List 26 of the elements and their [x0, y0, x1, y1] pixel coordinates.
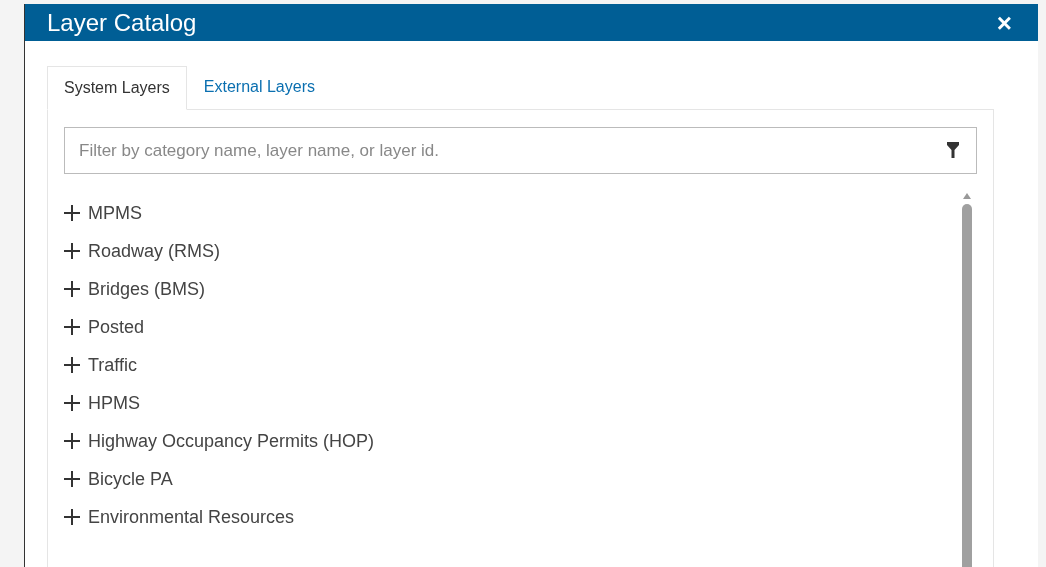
- plus-icon: [64, 433, 80, 449]
- scroll-up-icon[interactable]: [962, 192, 972, 200]
- plus-icon: [64, 357, 80, 373]
- plus-icon: [64, 281, 80, 297]
- category-item[interactable]: Bicycle PA: [64, 460, 961, 498]
- plus-icon: [64, 243, 80, 259]
- category-item[interactable]: Posted: [64, 308, 961, 346]
- tab[interactable]: System Layers: [47, 66, 187, 110]
- tab[interactable]: External Layers: [186, 65, 332, 109]
- scrollbar-thumb[interactable]: [962, 204, 972, 567]
- category-item[interactable]: Highway Occupancy Permits (HOP): [64, 422, 961, 460]
- category-item[interactable]: Roadway (RMS): [64, 232, 961, 270]
- category-item[interactable]: Traffic: [64, 346, 961, 384]
- plus-icon: [64, 395, 80, 411]
- plus-icon: [64, 319, 80, 335]
- plus-icon: [64, 509, 80, 525]
- dialog-title: Layer Catalog: [47, 7, 197, 38]
- category-item[interactable]: MPMS: [64, 194, 961, 232]
- category-item[interactable]: Bridges (BMS): [64, 270, 961, 308]
- plus-icon: [64, 471, 80, 487]
- close-button[interactable]: ×: [996, 9, 1012, 36]
- category-item[interactable]: HPMS: [64, 384, 961, 422]
- category-item[interactable]: Environmental Resources: [64, 498, 961, 536]
- plus-icon: [64, 205, 80, 221]
- filter-icon[interactable]: [947, 142, 959, 158]
- filter-field[interactable]: Filter by category name, layer name, or layer id.: [64, 127, 977, 174]
